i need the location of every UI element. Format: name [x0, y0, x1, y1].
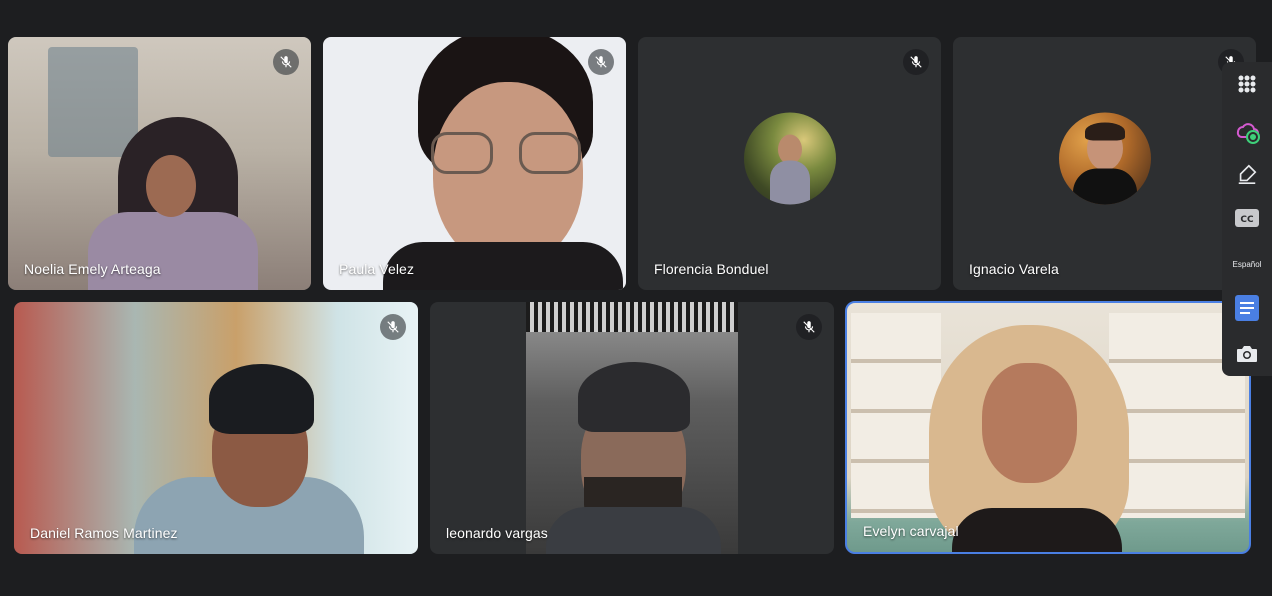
person-shirt	[952, 508, 1122, 552]
annotate-button[interactable]	[1222, 154, 1272, 194]
participant-tile-florencia[interactable]: Florencia Bonduel	[638, 37, 941, 290]
person-beanie	[209, 364, 314, 434]
weather-extension-icon	[1236, 123, 1260, 144]
participant-name: Florencia Bonduel	[654, 261, 769, 277]
docs-button[interactable]	[1222, 288, 1272, 328]
camera-icon	[1237, 346, 1257, 362]
side-panel: CC Español	[1222, 62, 1272, 376]
participant-name: Daniel Ramos Martinez	[30, 525, 178, 541]
apps-icon	[1238, 75, 1256, 93]
muted-indicator	[588, 49, 614, 75]
apps-button[interactable]	[1222, 64, 1272, 104]
screenshot-button[interactable]	[1222, 334, 1272, 374]
avatar	[743, 111, 836, 204]
participant-name: leonardo vargas	[446, 525, 548, 541]
closed-captions-icon: CC	[1235, 209, 1259, 227]
mic-off-icon	[803, 321, 815, 333]
frame-decor	[48, 47, 138, 157]
muted-indicator	[380, 314, 406, 340]
language-button[interactable]: Español	[1222, 244, 1272, 284]
participant-tile-noelia[interactable]: Noelia Emely Arteaga	[8, 37, 311, 290]
svg-text:CC: CC	[1240, 215, 1254, 225]
participant-name: Noelia Emely Arteaga	[24, 261, 161, 277]
language-label: Español	[1232, 259, 1262, 269]
muted-indicator	[903, 49, 929, 75]
participant-name: Paula Velez	[339, 261, 415, 277]
captions-button[interactable]: CC	[1222, 198, 1272, 238]
mic-off-icon	[910, 56, 922, 68]
participant-tile-evelyn[interactable]: Evelyn carvajal	[845, 301, 1251, 554]
participant-tile-leonardo[interactable]: leonardo vargas	[430, 302, 834, 554]
video-feed	[526, 302, 738, 554]
person-face	[146, 155, 196, 217]
muted-indicator	[273, 49, 299, 75]
extension-button[interactable]	[1222, 110, 1272, 150]
participant-tile-ignacio[interactable]: Ignacio Varela	[953, 37, 1256, 290]
person-shirt	[383, 242, 623, 290]
avatar	[1058, 111, 1151, 204]
participant-tile-paula[interactable]: Paula Velez	[323, 37, 626, 290]
bookshelf-left	[851, 313, 941, 518]
mic-off-icon	[595, 56, 607, 68]
participant-name: Ignacio Varela	[969, 261, 1059, 277]
highlighter-icon	[1238, 164, 1257, 184]
participant-tile-daniel[interactable]: Daniel Ramos Martinez	[14, 302, 418, 554]
participant-name: Evelyn carvajal	[863, 523, 959, 539]
mic-off-icon	[387, 321, 399, 333]
glasses	[431, 132, 581, 176]
person-torso	[88, 212, 258, 290]
mic-off-icon	[280, 56, 292, 68]
person-face	[982, 363, 1077, 483]
muted-indicator	[796, 314, 822, 340]
document-icon	[1235, 295, 1259, 321]
